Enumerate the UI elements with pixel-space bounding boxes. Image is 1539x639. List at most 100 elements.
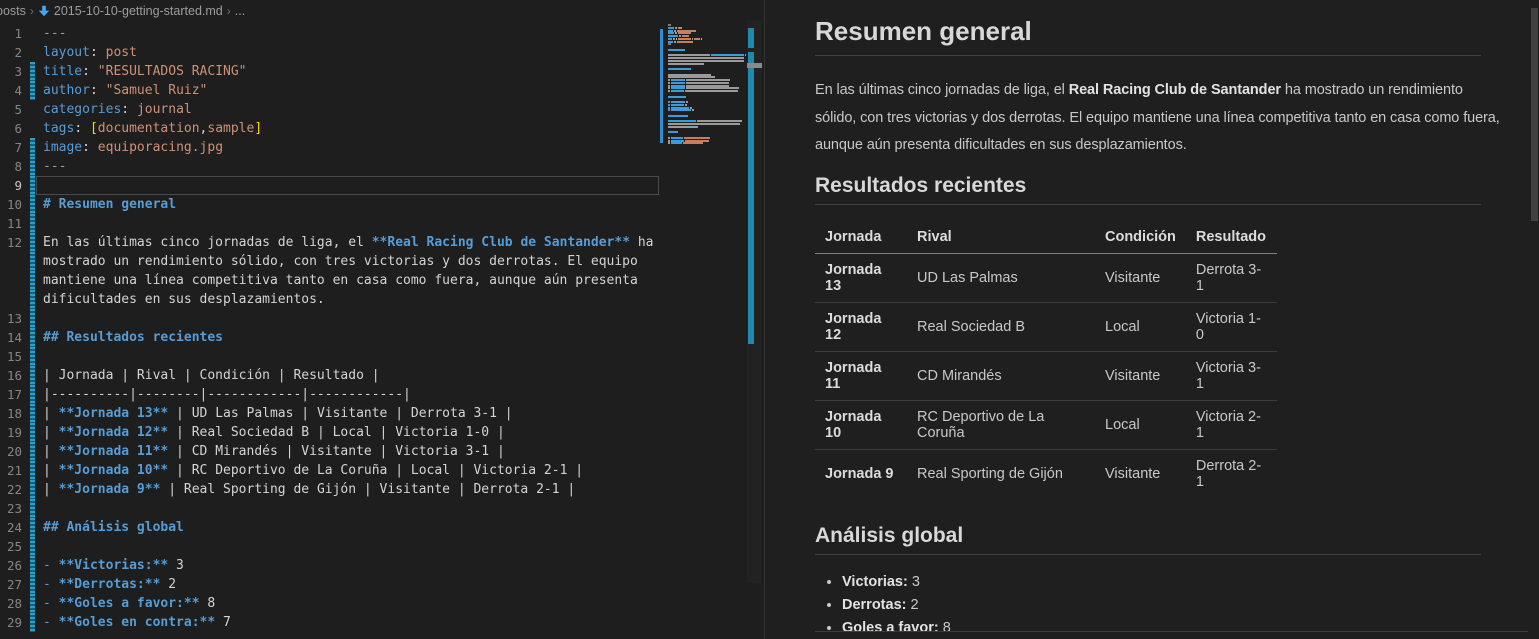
code-token: 8 bbox=[200, 596, 216, 611]
minimap-token bbox=[701, 38, 702, 40]
minimap-line bbox=[668, 24, 672, 26]
line-number[interactable]: 29 bbox=[0, 613, 22, 632]
line-number[interactable]: 13 bbox=[0, 309, 22, 328]
minimap-line bbox=[668, 32, 692, 34]
preview-heading-analysis: Análisis global bbox=[815, 524, 1481, 555]
code-line[interactable]: --- bbox=[43, 24, 66, 43]
text: ha mostrado un rendimiento bbox=[1281, 82, 1463, 98]
minimap-token bbox=[678, 32, 691, 34]
code-line[interactable]: | **Jornada 13** | UD Las Palmas | Visit… bbox=[43, 404, 513, 423]
code-line[interactable]: | **Jornada 9** | Real Sporting de Gijón… bbox=[43, 480, 575, 499]
breadcrumb-ellipsis[interactable]: ... bbox=[235, 4, 245, 18]
code-line[interactable]: | **Jornada 11** | CD Mirandés | Visitan… bbox=[43, 442, 505, 461]
table-cell: Derrota 3-1 bbox=[1186, 253, 1277, 302]
breadcrumb-item-filename[interactable]: 2015-10-10-getting-started.md bbox=[54, 4, 223, 18]
breadcrumb-item-folder[interactable]: posts bbox=[0, 4, 26, 18]
minimap-token bbox=[676, 38, 677, 40]
minimap-line bbox=[668, 79, 731, 81]
code-line[interactable]: - **Derrotas:** 2 bbox=[43, 575, 176, 594]
stats-list: Victorias: 3Derrotas: 2Goles a favor: 8G… bbox=[815, 571, 1481, 639]
line-number[interactable]: 22 bbox=[0, 480, 22, 499]
code-token: journal bbox=[137, 102, 192, 117]
line-number[interactable]: 3 bbox=[0, 62, 22, 81]
line-number[interactable]: 7 bbox=[0, 138, 22, 157]
code-token: **Jornada 13** bbox=[59, 406, 169, 421]
code-line[interactable]: | **Jornada 12** | Real Sociedad B | Loc… bbox=[43, 423, 505, 442]
code-line[interactable]: - **Goles en contra:** 7 bbox=[43, 613, 231, 632]
minimap-line bbox=[668, 131, 679, 133]
paragraph-line: sólido, con tres victorias y dos derrota… bbox=[815, 105, 1481, 133]
line-number[interactable]: 18 bbox=[0, 404, 22, 423]
line-number[interactable]: 14 bbox=[0, 328, 22, 347]
code-line[interactable]: En las últimas cinco jornadas de liga, e… bbox=[43, 233, 654, 252]
line-number[interactable]: 23 bbox=[0, 499, 22, 518]
stat-label: Derrotas: bbox=[842, 597, 906, 613]
code-line[interactable]: categories: journal bbox=[43, 100, 192, 119]
code-line[interactable]: mostrado un rendimiento sólido, con tres… bbox=[43, 252, 638, 271]
minimap-token bbox=[668, 79, 670, 81]
code-line[interactable]: tags: [documentation,sample] bbox=[43, 119, 262, 138]
table-cell: Victoria 3-1 bbox=[1186, 351, 1277, 400]
code-token: documentation bbox=[98, 121, 200, 136]
line-number[interactable]: 15 bbox=[0, 347, 22, 366]
table-cell: Visitante bbox=[1095, 351, 1186, 400]
minimap[interactable] bbox=[660, 24, 746, 174]
preview-bottom-rule bbox=[815, 631, 1528, 632]
line-number[interactable]: 28 bbox=[0, 594, 22, 613]
code-line[interactable]: |----------|--------|------------|------… bbox=[43, 385, 411, 404]
gutter-modified-indicator bbox=[30, 556, 35, 575]
minimap-line bbox=[668, 142, 704, 144]
line-number[interactable]: 11 bbox=[0, 214, 22, 233]
code-line[interactable]: - **Goles a favor:** 8 bbox=[43, 594, 215, 613]
code-line[interactable]: | **Jornada 10** | RC Deportivo de La Co… bbox=[43, 461, 583, 480]
minimap-token bbox=[671, 140, 684, 142]
paragraph-line: aunque aún presenta dificultades en sus … bbox=[815, 132, 1481, 160]
breadcrumb-separator-icon: › bbox=[227, 4, 231, 18]
line-number[interactable]: 6 bbox=[0, 119, 22, 138]
code-line[interactable]: # Resumen general bbox=[43, 195, 176, 214]
line-number[interactable]: 26 bbox=[0, 556, 22, 575]
line-number[interactable]: 25 bbox=[0, 537, 22, 556]
code-line[interactable]: ## Resultados recientes bbox=[43, 328, 223, 347]
code-token: **Goles en contra:** bbox=[59, 615, 216, 630]
line-number[interactable]: 21 bbox=[0, 461, 22, 480]
code-line[interactable]: --- bbox=[43, 157, 66, 176]
code-line[interactable]: | Jornada | Rival | Condición | Resultad… bbox=[43, 366, 380, 385]
preview-scrollbar-thumb[interactable] bbox=[1531, 8, 1538, 221]
table-cell: Victoria 1-0 bbox=[1186, 302, 1277, 351]
minimap-line bbox=[668, 101, 689, 103]
line-number[interactable]: 9 bbox=[0, 176, 22, 195]
gutter-modified-indicator bbox=[30, 309, 35, 328]
line-number[interactable]: 24 bbox=[0, 518, 22, 537]
code-line[interactable]: mantiene una línea competitiva tanto en … bbox=[43, 271, 638, 290]
scrollbar-thumb[interactable] bbox=[747, 63, 762, 68]
line-number[interactable]: 4 bbox=[0, 81, 22, 100]
line-number[interactable]: 10 bbox=[0, 195, 22, 214]
line-number[interactable]: 5 bbox=[0, 100, 22, 119]
line-number[interactable]: 8 bbox=[0, 157, 22, 176]
code-token: ## Resultados recientes bbox=[43, 330, 223, 345]
line-number[interactable]: 20 bbox=[0, 442, 22, 461]
minimap-token bbox=[671, 109, 691, 111]
table-row: Jornada 11CD MirandésVisitanteVictoria 3… bbox=[815, 351, 1277, 400]
line-number[interactable]: 19 bbox=[0, 423, 22, 442]
line-number[interactable]: 16 bbox=[0, 366, 22, 385]
stat-label: Victorias: bbox=[842, 574, 908, 590]
minimap-line bbox=[668, 104, 688, 106]
vscode-window: posts › 2015-10-10-getting-started.md › … bbox=[0, 0, 1539, 639]
code-line[interactable]: title: "RESULTADOS RACING" bbox=[43, 62, 247, 81]
line-number[interactable]: 1 bbox=[0, 24, 22, 43]
code-line[interactable]: ## Análisis global bbox=[43, 518, 184, 537]
line-number[interactable]: 12 bbox=[0, 233, 22, 252]
code-line[interactable]: layout: post bbox=[43, 43, 137, 62]
code-line[interactable]: image: equiporacing.jpg bbox=[43, 138, 223, 157]
code-token: **Jornada 11** bbox=[59, 444, 169, 459]
minimap-line bbox=[668, 60, 745, 62]
code-line[interactable]: author: "Samuel Ruiz" bbox=[43, 81, 207, 100]
line-number[interactable]: 17 bbox=[0, 385, 22, 404]
code-line[interactable]: - **Victorias:** 3 bbox=[43, 556, 184, 575]
line-number[interactable]: 2 bbox=[0, 43, 22, 62]
code-line[interactable]: dificultades en sus desplazamientos. bbox=[43, 290, 325, 309]
minimap-token bbox=[668, 104, 670, 106]
line-number[interactable]: 27 bbox=[0, 575, 22, 594]
